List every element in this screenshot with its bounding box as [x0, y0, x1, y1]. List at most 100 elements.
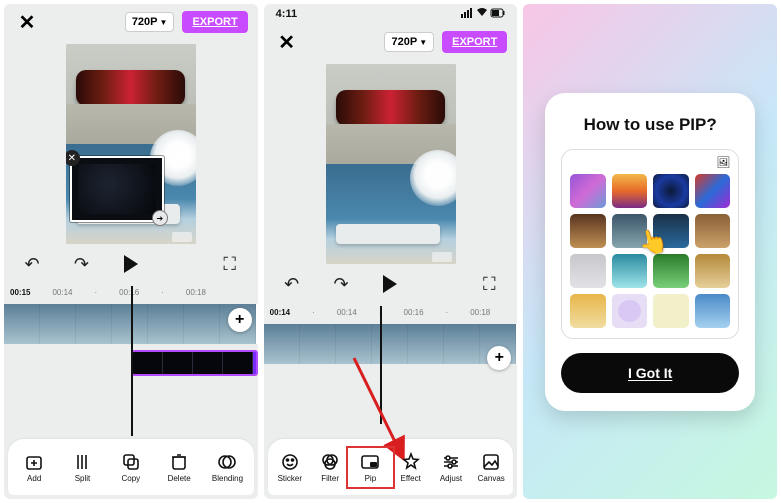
grid-thumb[interactable]: [695, 214, 731, 248]
clock: 4:11: [276, 8, 297, 20]
tool-copy[interactable]: Copy: [107, 452, 155, 483]
main-toolbar: Sticker Filter Pip Effect Adjust Canvas: [268, 439, 514, 495]
transport-bar: ↶ ↷ ⛶: [264, 264, 518, 304]
pip-remove-button[interactable]: ✕: [66, 150, 80, 166]
spacer: [264, 364, 518, 435]
blending-icon: [217, 452, 237, 472]
export-button[interactable]: EXPORT: [442, 31, 507, 53]
undo-button[interactable]: ↶: [278, 270, 306, 298]
redo-button[interactable]: ↷: [67, 250, 95, 278]
grid-thumb[interactable]: [612, 294, 648, 328]
status-icons: [461, 7, 505, 22]
got-it-button[interactable]: I Got It: [561, 353, 739, 393]
sticker-icon: [280, 452, 300, 472]
video-canvas[interactable]: ✕ ➔: [66, 44, 196, 244]
grid-thumb[interactable]: [695, 294, 731, 328]
modal-title: How to use PIP?: [584, 115, 717, 135]
pip-layer-selected[interactable]: ✕ ➔: [70, 156, 164, 222]
quality-label: 720P: [391, 36, 417, 48]
frame-thumb: [184, 304, 220, 344]
grid-thumb[interactable]: [570, 254, 606, 288]
tool-label: Canvas: [478, 474, 505, 483]
grid-thumb[interactable]: [695, 254, 731, 288]
fullscreen-button[interactable]: ⛶: [216, 250, 244, 278]
undo-button[interactable]: ↶: [18, 250, 46, 278]
ruler-mark: 00:15: [10, 288, 30, 297]
preview-area: [264, 60, 518, 264]
main-video-track[interactable]: [264, 324, 518, 364]
frame-thumb: [40, 304, 76, 344]
ruler-mark: ·: [161, 288, 164, 297]
tool-label: Delete: [168, 474, 191, 483]
tool-pip[interactable]: Pip: [350, 452, 390, 483]
ruler-mark: 00:18: [470, 308, 490, 317]
frame-thumb: [148, 304, 184, 344]
tool-delete[interactable]: Delete: [155, 452, 203, 483]
tool-adjust[interactable]: Adjust: [431, 452, 471, 483]
ruler-mark: ·: [312, 308, 315, 317]
frame-thumb: [4, 304, 40, 344]
tool-blending[interactable]: Blending: [203, 452, 251, 483]
delete-icon: [169, 452, 189, 472]
adjust-icon: [441, 452, 461, 472]
quality-label: 720P: [132, 16, 158, 28]
tool-effect[interactable]: Effect: [391, 452, 431, 483]
timeline[interactable]: +: [264, 320, 518, 364]
main-clip-bottom: [326, 164, 456, 264]
grid-thumb[interactable]: [653, 254, 689, 288]
quality-selector[interactable]: 720P ▼: [384, 32, 434, 52]
fullscreen-button[interactable]: ⛶: [475, 270, 503, 298]
pip-track-selected[interactable]: [131, 350, 258, 376]
ruler-mark: 00:14: [337, 308, 357, 317]
image-icon: 🖼: [716, 156, 730, 169]
ruler-mark: 00:14: [52, 288, 72, 297]
screen-1-pip-editing: ✕ 720P ▼ EXPORT ✕ ➔: [4, 4, 258, 499]
watermark: [172, 232, 192, 242]
clip-toolbar: Add Split Copy Delete Blending: [8, 439, 254, 495]
tool-add[interactable]: Add: [10, 452, 58, 483]
timeline[interactable]: +: [4, 300, 258, 376]
tool-label: Split: [75, 474, 91, 483]
quality-selector[interactable]: 720P ▼: [125, 12, 175, 32]
tool-sticker[interactable]: Sticker: [270, 452, 310, 483]
grid-thumb[interactable]: [570, 174, 606, 208]
play-icon: [383, 275, 397, 293]
frame-thumb: [300, 324, 336, 364]
grid-thumb[interactable]: [653, 174, 689, 208]
transport-bar: ↶ ↷ ⛶: [4, 244, 258, 284]
grid-thumb[interactable]: [570, 214, 606, 248]
play-button[interactable]: [117, 250, 145, 278]
grid-thumb[interactable]: [570, 294, 606, 328]
tool-label: Filter: [321, 474, 339, 483]
video-canvas[interactable]: [326, 64, 456, 264]
status-bar: 4:11: [264, 4, 518, 24]
pip-resize-handle[interactable]: ➔: [152, 210, 168, 226]
filter-icon: [320, 452, 340, 472]
redo-button[interactable]: ↷: [327, 270, 355, 298]
close-button[interactable]: ✕: [14, 9, 40, 35]
tool-split[interactable]: Split: [58, 452, 106, 483]
playhead[interactable]: [380, 306, 382, 424]
highlight-box: [346, 446, 394, 489]
frame-thumb: [264, 324, 300, 364]
export-controls: 720P ▼ EXPORT: [384, 31, 507, 53]
pip-thumb: [133, 352, 163, 374]
tool-filter[interactable]: Filter: [310, 452, 350, 483]
export-button[interactable]: EXPORT: [182, 11, 247, 33]
playhead[interactable]: [131, 286, 133, 436]
close-button[interactable]: ✕: [274, 29, 300, 55]
pip-thumb: [193, 352, 223, 374]
add-clip-button[interactable]: +: [228, 308, 252, 332]
screen-2-main-editor: 4:11 ✕ 720P ▼ EXPORT: [264, 4, 518, 499]
ruler-mark: 00:18: [186, 288, 206, 297]
grid-thumb[interactable]: [695, 174, 731, 208]
ruler-mark: 00:16: [119, 288, 139, 297]
main-clip-top: [66, 44, 196, 144]
grid-thumb[interactable]: [612, 174, 648, 208]
chevron-down-icon: ▼: [419, 38, 427, 47]
grid-thumb[interactable]: [653, 294, 689, 328]
frame-thumb: [336, 324, 372, 364]
tool-label: Copy: [121, 474, 140, 483]
tool-canvas[interactable]: Canvas: [471, 452, 511, 483]
play-button[interactable]: [376, 270, 404, 298]
